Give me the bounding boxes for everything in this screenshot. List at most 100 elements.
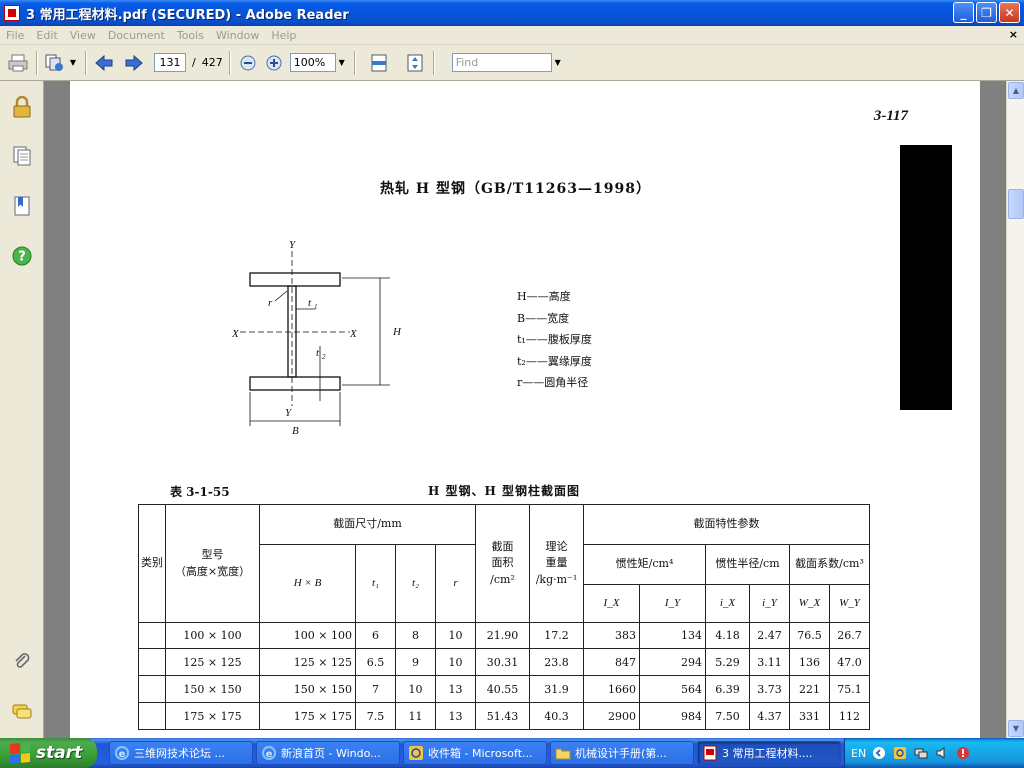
folder-icon: [555, 745, 571, 761]
find-dropdown-icon[interactable]: ▼: [552, 53, 564, 72]
toolbar-separator: [353, 50, 355, 75]
taskbar-item-outlook[interactable]: 收件箱 - Microsoft...: [403, 741, 547, 765]
next-page-icon[interactable]: [122, 51, 146, 75]
height-label: H: [392, 326, 402, 338]
header-wy: W_Y: [829, 584, 870, 623]
header-ix: I_X: [583, 584, 640, 623]
width-label: B: [292, 425, 299, 437]
toolbar-separator: [85, 50, 86, 75]
lock-icon[interactable]: [10, 95, 34, 119]
page-title: 热轧 H 型钢（GB/T11263—1998）: [380, 181, 651, 197]
header-radius-iy: i_Y: [749, 584, 790, 623]
taskbar-item-forum[interactable]: e 三维网技术论坛 ...: [109, 741, 253, 765]
y-axis-bottom-label: Y: [285, 407, 293, 419]
x-axis-left-label: X: [231, 328, 240, 340]
menu-edit[interactable]: Edit: [30, 29, 63, 42]
legend-item: t₂——翼缘厚度: [517, 354, 592, 368]
close-button[interactable]: ✕: [999, 2, 1020, 23]
help-icon[interactable]: ?: [10, 244, 34, 268]
toolbar-separator: [36, 50, 37, 75]
ie-icon: e: [261, 745, 277, 761]
menu-file[interactable]: File: [0, 29, 30, 42]
vertical-scrollbar[interactable]: ▲ ▼: [1006, 81, 1024, 738]
x-axis-right-label: X: [349, 328, 358, 340]
svg-text:?: ?: [18, 250, 26, 265]
fit-width-icon[interactable]: [367, 51, 391, 75]
ie-icon: e: [114, 745, 130, 761]
system-tray: EN: [844, 738, 1024, 768]
fit-page-icon[interactable]: [403, 51, 427, 75]
h-beam-spec-table: 类别 型号 （高度×宽度） 截面尺寸/mm 截面 面积/cm² 理论 重量/kg·m⁻…: [138, 504, 870, 730]
header-iy: I_Y: [639, 584, 706, 623]
h-beam-cross-section-diagram: Y Y X X r t 1 t 2 H B: [231, 239, 402, 437]
header-wx: W_X: [789, 584, 830, 623]
minimize-button[interactable]: _: [953, 2, 974, 23]
outlook-icon: [408, 745, 424, 761]
taskbar-item-adobe-reader[interactable]: 3 常用工程材料....: [697, 741, 841, 765]
security-icon[interactable]: [955, 745, 971, 761]
taskbar-item-sina[interactable]: e 新浪首页 - Windo...: [256, 741, 400, 765]
svg-text:e: e: [266, 749, 273, 760]
menu-document[interactable]: Document: [102, 29, 171, 42]
title-bar: 3 常用工程材料.pdf (SECURED) - Adobe Reader _ …: [0, 0, 1024, 26]
toolbar-separator: [228, 50, 230, 75]
menu-bar: File Edit View Document Tools Window Hel…: [0, 26, 1024, 45]
bookmarks-icon[interactable]: [10, 194, 34, 218]
page-separator: /: [192, 56, 196, 69]
web-thickness-label: t: [308, 297, 312, 309]
header-radius-ix: i_X: [705, 584, 750, 623]
volume-icon[interactable]: [934, 745, 950, 761]
toolbar: ▼ 131 / 427 100% ▼ Find ▼: [0, 45, 1024, 81]
menu-help[interactable]: Help: [265, 29, 302, 42]
legend-item: H——高度: [517, 290, 571, 303]
start-button[interactable]: start: [0, 738, 97, 768]
page-number-label: 3-117: [873, 108, 908, 124]
table-row: 150 × 150 150 × 150 7 10 13 40.55 31.9 1660 564 6…: [138, 675, 870, 703]
header-section-modulus: 截面系数/cm³: [789, 544, 870, 585]
pages-panel-icon[interactable]: [10, 144, 34, 168]
attachments-icon[interactable]: [10, 649, 34, 673]
outlook-tray-icon[interactable]: [892, 745, 908, 761]
zoom-out-icon[interactable]: [236, 51, 260, 75]
flange-thickness-label: t: [316, 347, 320, 359]
windows-logo-icon: [10, 741, 30, 765]
zoom-dropdown-icon[interactable]: ▼: [336, 53, 348, 72]
scroll-down-icon[interactable]: ▼: [1008, 720, 1024, 737]
zoom-in-icon[interactable]: [262, 51, 286, 75]
redaction-bar: [900, 145, 952, 410]
table-row: 100 × 100 100 × 100 6 8 10 21.90 17.2 383 134 4.1…: [138, 622, 870, 649]
scroll-thumb[interactable]: [1008, 189, 1024, 219]
menu-tools[interactable]: Tools: [171, 29, 210, 42]
header-t1: t₁: [355, 544, 396, 623]
zoom-level-field[interactable]: 100%: [289, 53, 336, 72]
comments-icon[interactable]: [10, 700, 34, 724]
maximize-button[interactable]: ❐: [976, 2, 997, 23]
menu-window[interactable]: Window: [210, 29, 265, 42]
language-indicator[interactable]: EN: [851, 747, 866, 760]
document-view[interactable]: 3-117 热轧 H 型钢（GB/T11263—1998） Y Y X X r …: [44, 81, 1006, 738]
network-icon[interactable]: [913, 745, 929, 761]
menu-view[interactable]: View: [64, 29, 102, 42]
chevron-down-icon[interactable]: ▼: [67, 53, 79, 72]
close-document-button[interactable]: ×: [1009, 28, 1018, 41]
print-icon[interactable]: [6, 51, 30, 75]
find-input[interactable]: Find: [451, 53, 552, 72]
previous-page-icon[interactable]: [92, 51, 116, 75]
y-axis-top-label: Y: [289, 239, 297, 251]
pdf-page: 3-117 热轧 H 型钢（GB/T11263—1998） Y Y X X r …: [70, 81, 980, 738]
chevron-left-icon[interactable]: [871, 745, 887, 761]
page-number-input[interactable]: 131: [154, 53, 186, 72]
dimension-legend: H——高度 B——宽度 t₁——腹板厚度 t₂——翼缘厚度 r——圆角半径: [517, 286, 592, 394]
taskbar-item-folder[interactable]: 机械设计手册(第...: [550, 741, 694, 765]
legend-item: r——圆角半径: [517, 376, 589, 389]
scroll-up-icon[interactable]: ▲: [1008, 82, 1024, 99]
table-row: 175 × 175 175 × 175 7.5 11 13 51.43 40.3 2900 98…: [138, 702, 870, 730]
pdf-icon: [702, 745, 718, 761]
header-theoretical-weight: 理论 重量/kg·m⁻¹: [529, 504, 584, 623]
header-radius-of-gyration: 惯性半径/cm: [705, 544, 790, 585]
toolbar-separator: [432, 50, 434, 75]
header-r: r: [435, 544, 476, 623]
radius-label: r: [268, 297, 273, 309]
pages-icon[interactable]: [43, 51, 67, 75]
header-section-properties: 截面特性参数: [583, 504, 870, 545]
